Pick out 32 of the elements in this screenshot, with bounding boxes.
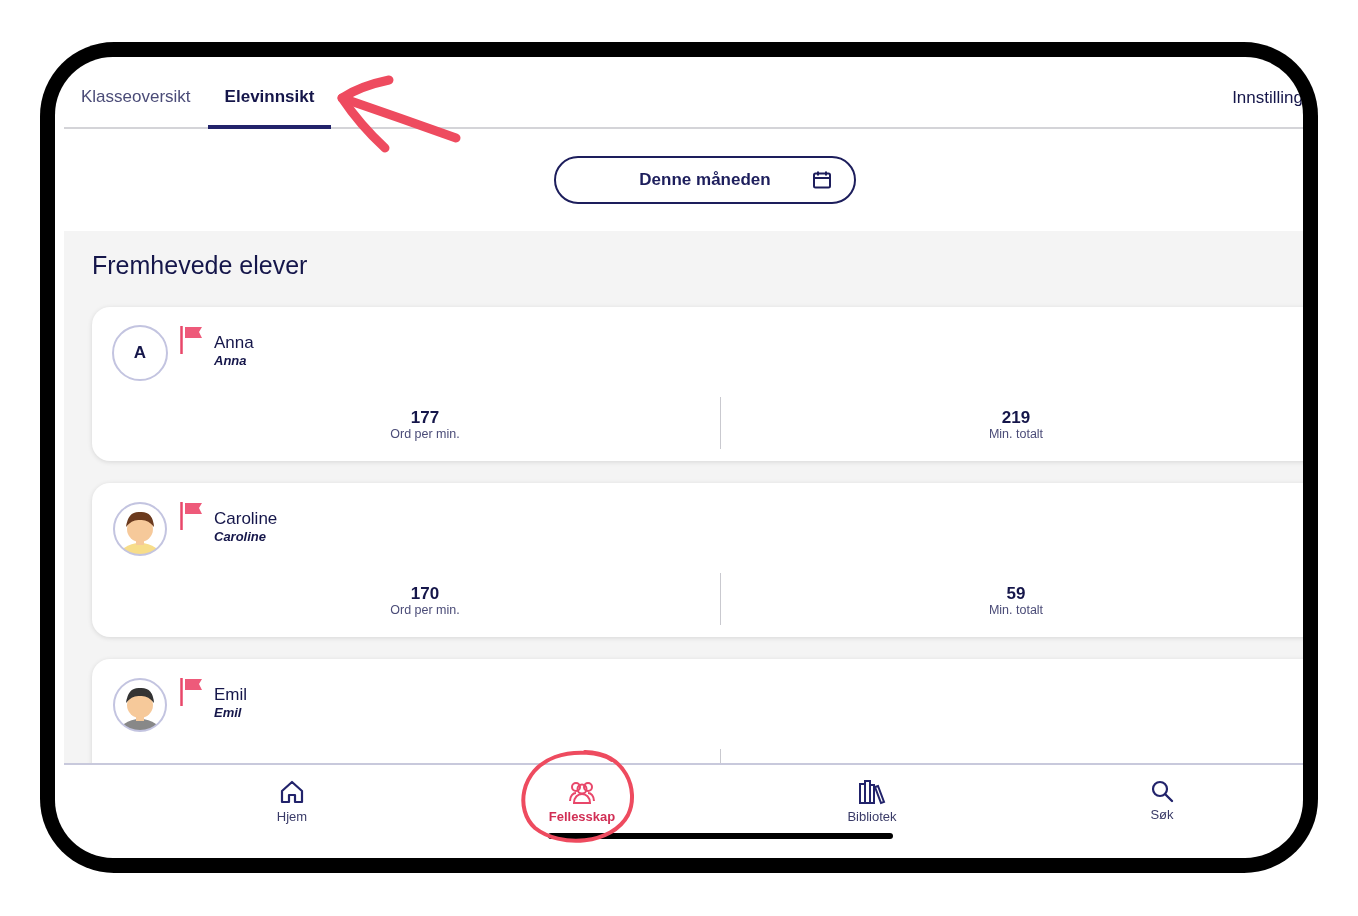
student-username: Anna (214, 353, 248, 369)
tab[interactable]: Elevinnsikt (207, 57, 332, 129)
student-name: Anna (214, 333, 254, 353)
stat-label: Min. totalt (988, 427, 1044, 441)
stat-value: 170 (410, 585, 440, 603)
student-username: Caroline (214, 529, 267, 545)
nav-item[interactable]: Fellesskap (542, 765, 622, 825)
student-card[interactable]: A Anna Anna 177 Ord per min. 219 Min. totalt (92, 307, 1303, 461)
stat-value: 177 (410, 409, 440, 427)
search-icon (1150, 779, 1174, 803)
student-card[interactable]: Emil Emil (92, 659, 1303, 763)
student-card[interactable]: Caroline Caroline 170 Ord per min. 59 Min. totalt (92, 483, 1303, 637)
period-button[interactable]: Denne måneden (554, 156, 856, 204)
student-name: Caroline (214, 509, 278, 529)
home-icon (279, 779, 305, 805)
calendar-icon (812, 170, 832, 190)
stat-label: Ord per min. (390, 427, 460, 441)
nav-item[interactable]: Hjem (270, 765, 314, 825)
student-username: Emil (214, 705, 243, 721)
nav-item[interactable]: Søk (1144, 765, 1180, 825)
stat-label: Min. totalt (988, 603, 1044, 617)
stat-value: 59 (1006, 585, 1026, 603)
people-icon (567, 779, 597, 805)
settings-link[interactable]: Innstilling (1232, 76, 1303, 108)
student-name: Emil (214, 685, 248, 705)
books-icon (858, 779, 886, 805)
stat-label: Ord per min. (390, 603, 460, 617)
avatar: A (112, 325, 168, 381)
tab[interactable]: Klasseoversikt (64, 57, 208, 129)
nav-item[interactable]: Bibliotek (841, 765, 903, 825)
section-title: Fremhevede elever (92, 251, 308, 280)
stat-value: 219 (1001, 409, 1031, 427)
